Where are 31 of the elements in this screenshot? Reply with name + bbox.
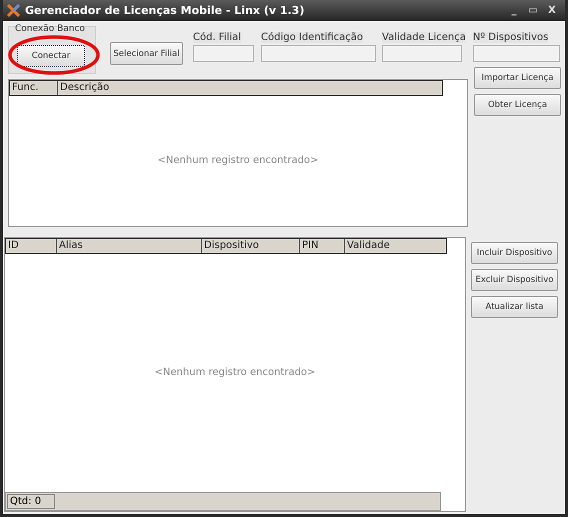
select-branch-button[interactable]: Selecionar Filial (110, 42, 183, 65)
license-button[interactable]: Importar Licença (474, 67, 561, 89)
column-header[interactable]: Func. (10, 81, 58, 95)
input-field[interactable] (472, 45, 560, 62)
device-button[interactable]: Atualizar lista (471, 296, 558, 318)
column-header[interactable]: Validade (345, 239, 446, 253)
record-count: Qtd: 0 (7, 494, 55, 509)
device-button[interactable]: Incluir Dispositivo (471, 242, 558, 264)
column-header[interactable]: ID (6, 239, 57, 253)
field-label: Validade Licença (382, 32, 466, 43)
close-button[interactable]: X (545, 5, 559, 16)
field-label: Cód. Filial (193, 32, 242, 43)
field-label: Código Identificação (261, 32, 364, 43)
license-button[interactable]: Obter Licença (474, 94, 561, 116)
device-button[interactable]: Excluir Dispositivo (471, 269, 558, 291)
empty-message: <Nenhum registro encontrado> (158, 155, 318, 166)
input-field[interactable] (382, 45, 462, 62)
app-icon (7, 4, 20, 17)
empty-message: <Nenhum registro encontrado> (154, 367, 316, 380)
column-header[interactable]: Alias (57, 239, 202, 253)
input-field[interactable] (193, 45, 254, 62)
connect-button[interactable]: Conectar (17, 45, 85, 67)
window-title: Gerenciador de Licenças Mobile - Linx (v 1.3) (25, 4, 306, 17)
input-field[interactable] (261, 45, 376, 62)
maximize-button[interactable]: ▭ (526, 5, 540, 16)
column-header[interactable]: Dispositivo (202, 239, 300, 253)
field-label: Nº Dispositivos (472, 32, 548, 43)
group-title: Conexão Banco (15, 24, 85, 34)
minimize-button[interactable]: _ (507, 5, 521, 16)
column-header[interactable]: PIN (300, 239, 345, 253)
column-header[interactable]: Descrição (58, 81, 442, 95)
